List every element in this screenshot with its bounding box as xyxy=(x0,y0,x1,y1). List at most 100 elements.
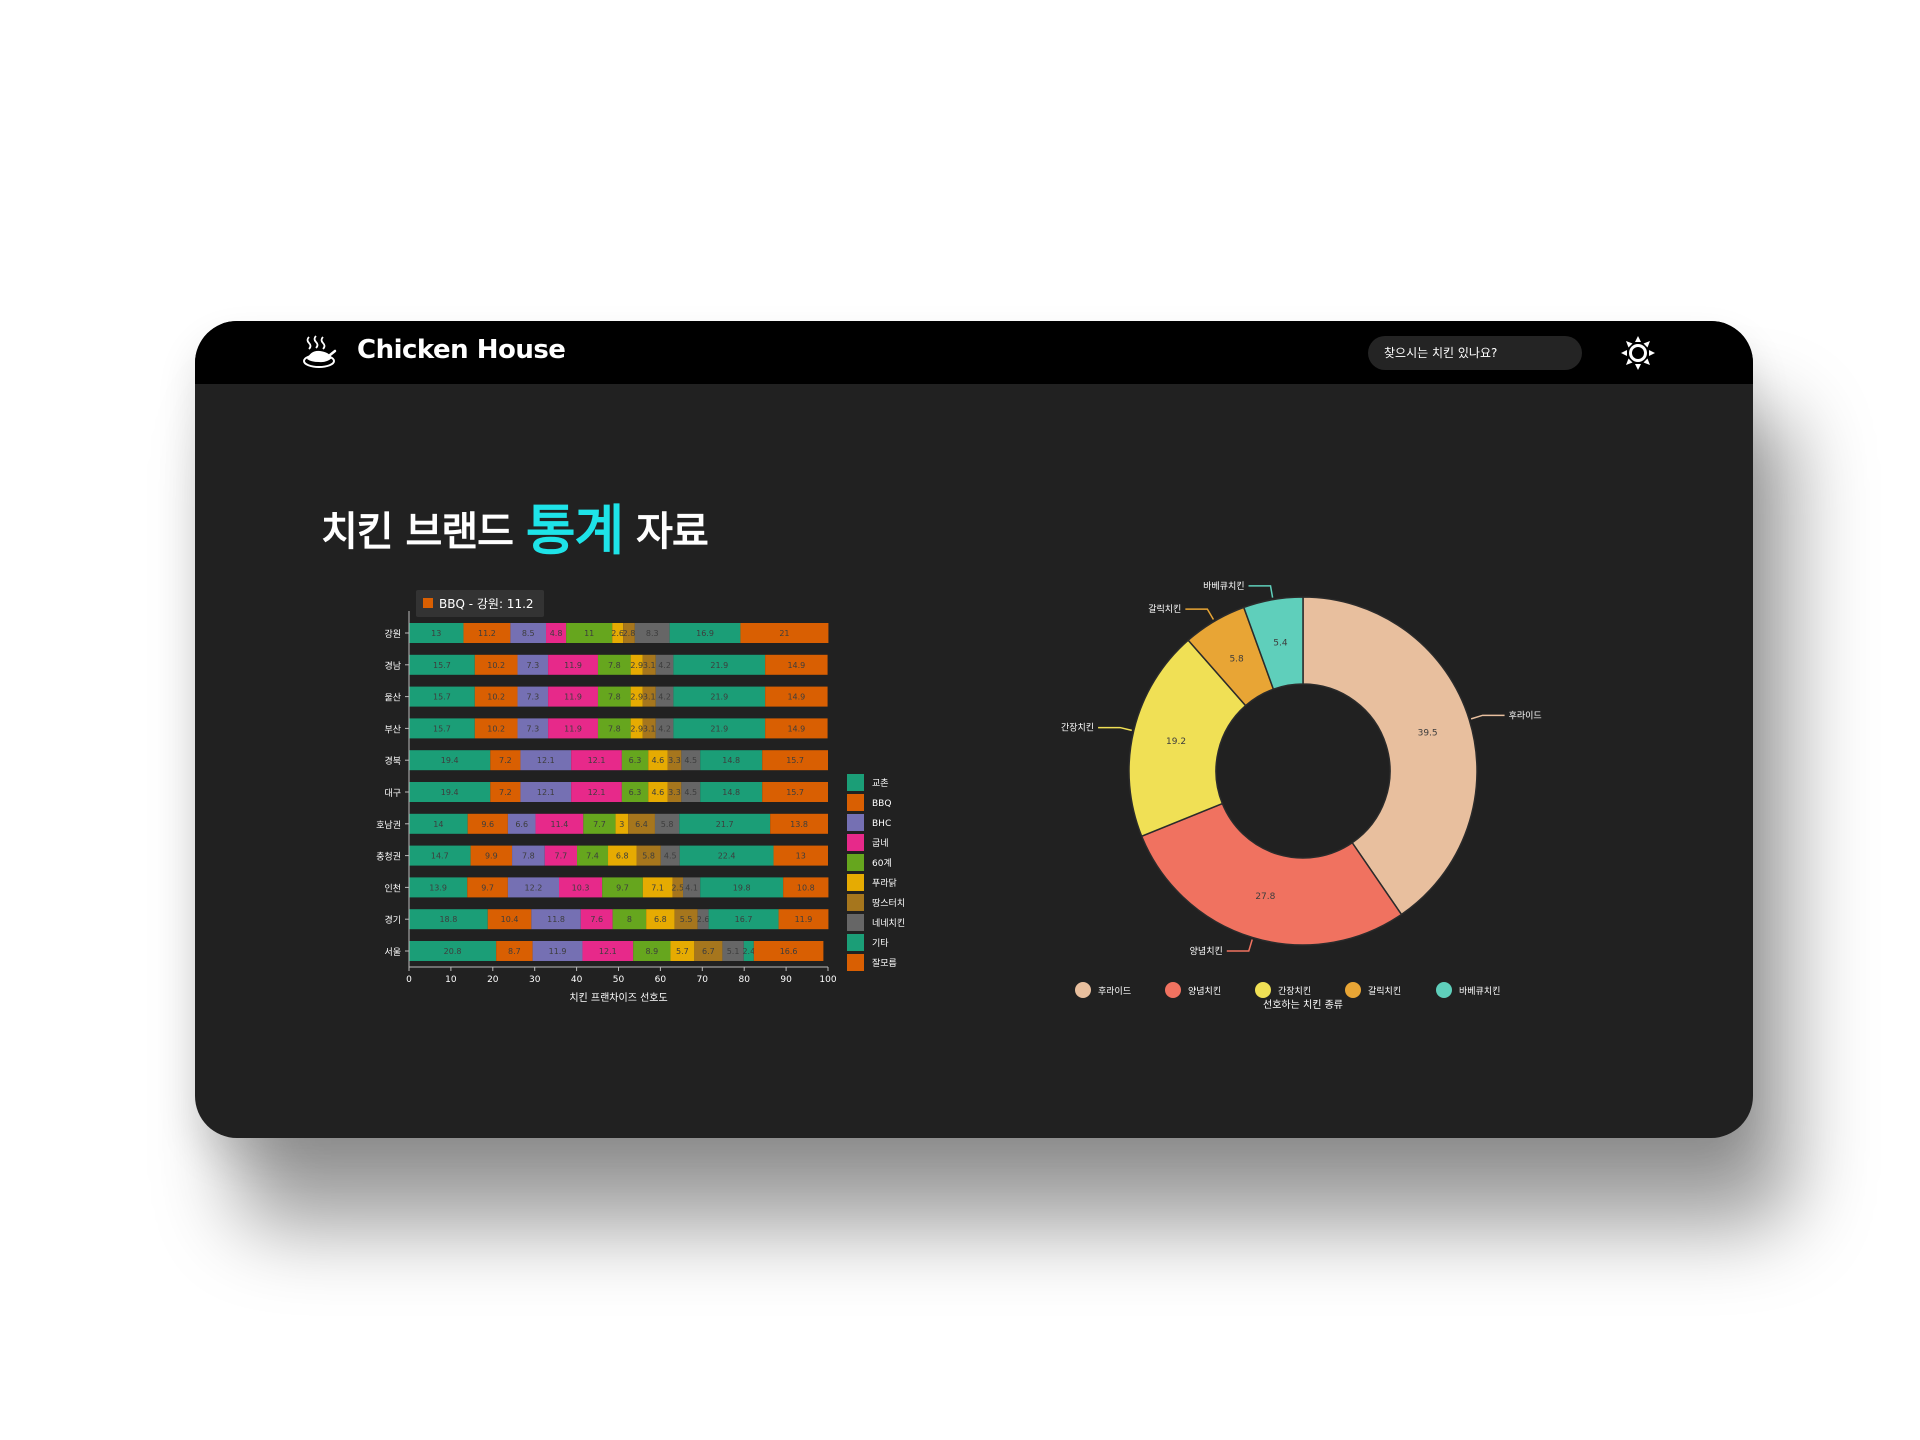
bar-value-label: 21.9 xyxy=(710,724,728,733)
y-tick-label: 경기 xyxy=(384,914,401,926)
legend-label[interactable]: 바베큐치킨 xyxy=(1459,985,1500,997)
bar-value-label: 5.8 xyxy=(642,852,655,861)
bar-value-label: 15.7 xyxy=(786,756,804,765)
bar-value-label: 2.9 xyxy=(630,724,643,733)
bar-value-label: 8.7 xyxy=(508,947,521,956)
bar-value-label: 5.8 xyxy=(661,820,674,829)
bar-value-label: 6.6 xyxy=(515,820,528,829)
bar-value-label: 4.5 xyxy=(684,756,697,765)
bar-value-label: 19.8 xyxy=(733,883,751,892)
bar-value-label: 7.2 xyxy=(499,756,512,765)
legend-swatch[interactable] xyxy=(847,794,864,811)
legend-marker[interactable] xyxy=(1165,982,1181,998)
bar-value-label: 21.7 xyxy=(716,820,734,829)
y-tick-label: 서울 xyxy=(384,947,401,958)
legend-marker[interactable] xyxy=(1345,982,1361,998)
bar-value-label: 11.9 xyxy=(564,724,582,733)
bar-value-label: 11.9 xyxy=(795,915,813,924)
bar-value-label: 8.3 xyxy=(646,629,659,638)
bar-value-label: 15.7 xyxy=(433,661,451,670)
x-tick-label: 40 xyxy=(571,975,583,985)
top-navbar: Chicken House xyxy=(195,321,1753,384)
legend-label[interactable]: 기타 xyxy=(872,938,889,949)
slice-leader-line xyxy=(1185,608,1215,620)
y-tick-label: 울산 xyxy=(384,693,401,704)
charts-area: 강원 13 11.2 8.5 4.8 11 2.6 2.8 8.3 16.9 21 경남 15.7 10.… xyxy=(376,580,1542,1011)
bar-value-label: 7.1 xyxy=(651,883,664,892)
tooltip-swatch xyxy=(423,598,433,608)
bar-value-label: 14.9 xyxy=(787,661,805,670)
legend-label[interactable]: 땅스터치 xyxy=(872,897,905,909)
legend-swatch[interactable] xyxy=(847,934,864,951)
brand-name[interactable]: Chicken House xyxy=(357,335,566,365)
bar-value-label: 4.8 xyxy=(550,629,563,638)
bar-value-label: 5.7 xyxy=(676,947,689,956)
legend-label[interactable]: 굽네 xyxy=(872,838,889,849)
bar-value-label: 10.2 xyxy=(487,661,505,670)
bar-value-label: 19.4 xyxy=(441,788,459,797)
legend-swatch[interactable] xyxy=(847,894,864,911)
x-tick-label: 30 xyxy=(529,975,541,985)
legend-label[interactable]: 교촌 xyxy=(872,778,889,789)
y-tick-label: 인천 xyxy=(384,883,401,894)
legend-label[interactable]: 네네치킨 xyxy=(872,917,905,929)
legend-label[interactable]: BBQ xyxy=(872,799,891,809)
legend-label[interactable]: 후라이드 xyxy=(1098,986,1131,997)
legend-label[interactable]: 푸라닭 xyxy=(872,877,897,889)
legend-swatch[interactable] xyxy=(847,914,864,931)
legend-label[interactable]: 60계 xyxy=(872,857,892,869)
x-tick-label: 80 xyxy=(738,975,750,985)
legend-swatch[interactable] xyxy=(847,834,864,851)
bar-value-label: 2.4 xyxy=(742,947,755,956)
bar-value-label: 2.8 xyxy=(623,629,636,638)
legend-swatch[interactable] xyxy=(847,854,864,871)
slice-label: 갈릭치킨 xyxy=(1148,603,1181,615)
legend-swatch[interactable] xyxy=(847,774,864,791)
legend-label[interactable]: 양념치킨 xyxy=(1188,985,1221,997)
sun-icon[interactable] xyxy=(1620,335,1656,371)
x-tick-label: 100 xyxy=(819,975,836,985)
legend-label[interactable]: BHC xyxy=(872,819,891,829)
bar-value-label: 6.8 xyxy=(616,852,629,861)
bar-value-label: 5.1 xyxy=(727,947,740,956)
legend-label[interactable]: 갈릭치킨 xyxy=(1368,985,1401,997)
bar-value-label: 13.8 xyxy=(790,820,808,829)
legend-marker[interactable] xyxy=(1436,982,1452,998)
bar-value-label: 3.3 xyxy=(668,788,681,797)
bar-value-label: 14 xyxy=(433,820,443,829)
bar-value-label: 2.6 xyxy=(697,915,710,924)
legend-label[interactable]: 잘모름 xyxy=(872,957,897,969)
legend-swatch[interactable] xyxy=(847,814,864,831)
legend-swatch[interactable] xyxy=(847,874,864,891)
bar-value-label: 6.3 xyxy=(629,756,642,765)
bar-value-label: 19.4 xyxy=(441,756,459,765)
bar-value-label: 4.2 xyxy=(658,661,671,670)
y-tick-label: 충청권 xyxy=(376,851,401,863)
search-input[interactable] xyxy=(1368,336,1582,370)
donut-slice[interactable] xyxy=(1140,802,1403,946)
bar-value-label: 11.9 xyxy=(564,661,582,670)
bar-value-label: 3.3 xyxy=(668,756,681,765)
legend-label[interactable]: 간장치킨 xyxy=(1278,985,1311,997)
y-tick-label: 강원 xyxy=(384,629,401,640)
bar-value-label: 7.3 xyxy=(526,661,539,670)
legend-swatch[interactable] xyxy=(847,954,864,971)
bar-value-label: 8 xyxy=(627,915,632,924)
slice-leader-line xyxy=(1226,939,1253,952)
bar-value-label: 7.7 xyxy=(593,820,606,829)
legend-marker[interactable] xyxy=(1075,982,1091,998)
bar-value-label: 11.2 xyxy=(478,629,496,638)
bar-value-label: 11.9 xyxy=(549,947,567,956)
bar-value-label: 2.9 xyxy=(630,693,643,702)
bar-value-label: 4.5 xyxy=(664,852,677,861)
bar-value-label: 16.9 xyxy=(696,629,714,638)
bar-value-label: 7.6 xyxy=(590,915,603,924)
bar-value-label: 8.5 xyxy=(522,629,535,638)
y-tick-label: 부산 xyxy=(384,724,401,735)
bar-value-label: 14.7 xyxy=(431,852,449,861)
legend-marker[interactable] xyxy=(1255,982,1271,998)
roast-chicken-icon[interactable] xyxy=(300,333,338,371)
bar-value-label: 6.7 xyxy=(702,947,715,956)
bar-value-label: 7.4 xyxy=(586,852,599,861)
slice-value-label: 19.2 xyxy=(1166,737,1186,747)
